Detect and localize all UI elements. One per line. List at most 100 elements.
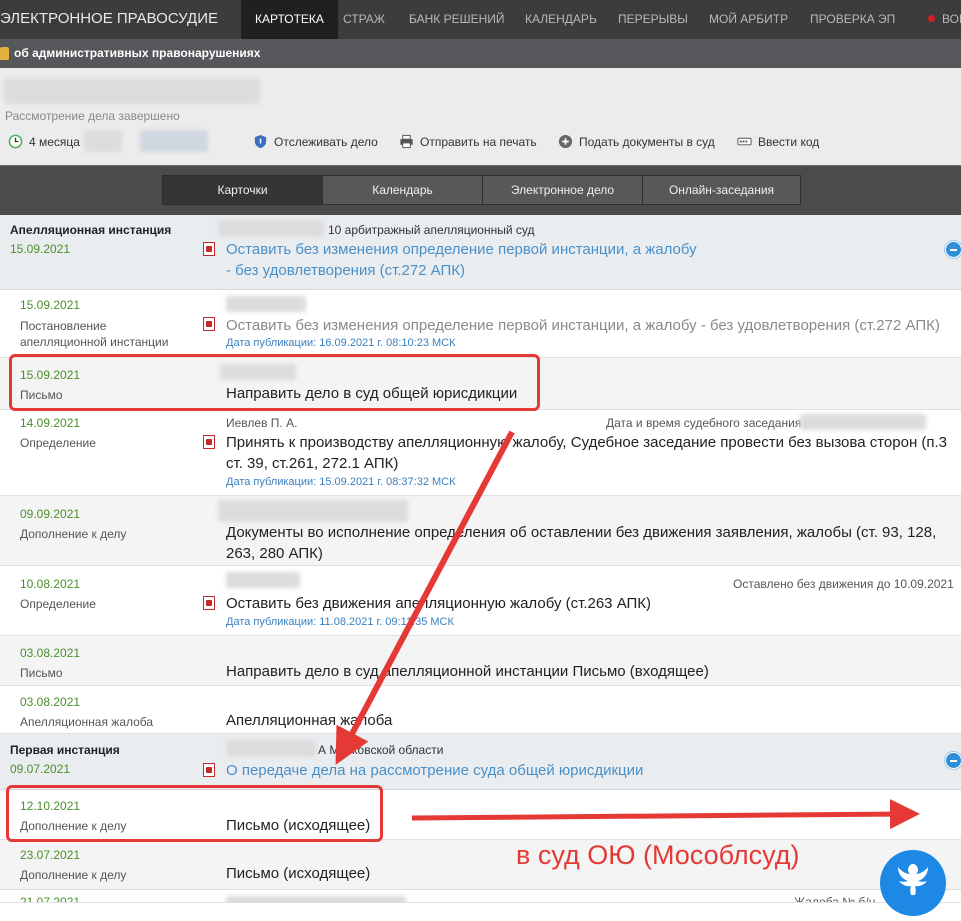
redacted-judge: [226, 572, 300, 588]
row-title-line: 263, 280 АПК): [226, 545, 323, 562]
tab-calendar[interactable]: Календарь: [322, 175, 483, 205]
pdf-icon[interactable]: [203, 317, 215, 331]
collapse-icon[interactable]: [945, 752, 961, 769]
pdf-icon[interactable]: [203, 242, 215, 256]
redacted-field: [140, 130, 208, 152]
court-emblem-icon[interactable]: [880, 850, 946, 916]
table-row[interactable]: 03.08.2021 Письмо Направить дело в суд а…: [0, 636, 961, 686]
nav-strazh[interactable]: СТРАЖ: [343, 12, 385, 26]
row-type: Письмо: [20, 666, 63, 680]
tab-cards[interactable]: Карточки: [162, 175, 323, 205]
view-tabs: Карточки Календарь Электронное дело Онла…: [0, 165, 961, 215]
court-name: 10 арбитражный апелляционный суд: [328, 223, 535, 237]
track-case-label: Отслеживать дело: [274, 134, 378, 149]
row-type: Постановление апелляционной инстанции: [20, 318, 168, 350]
decision-line: Оставить без изменения определение перво…: [226, 241, 697, 258]
table-row[interactable]: 09.09.2021 Дополнение к делу Документы в…: [0, 496, 961, 566]
decision-line: - без удовлетворения (ст.272 АПК): [226, 262, 466, 279]
instance-date: 15.09.2021: [10, 242, 71, 256]
tab-electronic-case[interactable]: Электронное дело: [482, 175, 643, 205]
redacted-case-number: [4, 78, 260, 104]
nav-calendar[interactable]: КАЛЕНДАРЬ: [525, 12, 597, 26]
row-title[interactable]: Апелляционная жалоба: [226, 710, 392, 731]
case-header: Рассмотрение дела завершено 4 месяца Отс…: [0, 68, 961, 165]
case-actions: 4 месяца Отслеживать дело Отправить на п…: [0, 130, 961, 154]
row-type: Апелляционная жалоба: [20, 715, 154, 729]
row-title[interactable]: Письмо (исходящее): [226, 863, 370, 884]
shield-icon: [254, 134, 267, 149]
instance-date: 09.07.2021: [10, 762, 71, 776]
first-instance-header: Первая инстанция 09.07.2021 А Московской…: [0, 734, 961, 790]
row-title-line: Принять к производству апелляционную жал…: [226, 434, 948, 451]
row-date: 23.07.2021: [20, 848, 81, 862]
row-date: 14.09.2021: [20, 416, 81, 430]
row-title-line: Документы во исполнение определения об о…: [226, 524, 937, 541]
pdf-icon[interactable]: [203, 596, 215, 610]
row-date: 21.07.2021: [20, 895, 81, 903]
print-label: Отправить на печать: [420, 134, 537, 149]
row-title[interactable]: Принять к производству апелляционную жал…: [226, 432, 947, 474]
submit-documents-button[interactable]: Подать документы в суд: [558, 134, 715, 149]
instance-title: Первая инстанция: [10, 743, 120, 757]
redacted-field: [84, 130, 122, 152]
row-title[interactable]: Направить дело в суд апелляционной инста…: [226, 661, 709, 682]
brand-logo[interactable]: ЭЛЕКТРОННОЕ ПРАВОСУДИЕ: [0, 10, 218, 27]
row-date: 09.09.2021: [20, 507, 81, 521]
tab-online-sessions[interactable]: Онлайн-заседания: [642, 175, 801, 205]
row-title[interactable]: Оставить без движения апелляционную жало…: [226, 593, 651, 614]
table-row[interactable]: 15.09.2021 Постановление апелляционной и…: [0, 290, 961, 358]
duration-info: 4 месяца: [8, 134, 80, 149]
nav-login[interactable]: ВОЙ: [942, 12, 961, 26]
duration-label: 4 месяца: [29, 134, 80, 149]
redacted-judge: [226, 896, 406, 902]
plus-circle-icon: [558, 134, 573, 149]
print-button[interactable]: Отправить на печать: [399, 134, 537, 149]
instance-decision-link[interactable]: Оставить без изменения определение перво…: [226, 239, 697, 281]
row-date: 10.08.2021: [20, 577, 81, 591]
submit-documents-label: Подать документы в суд: [579, 134, 715, 149]
table-row[interactable]: 21.07.2021 Жалоба № б/н: [0, 890, 961, 903]
hearing-datetime-label: Дата и время судебного заседания: [606, 416, 802, 430]
track-case-button[interactable]: Отслеживать дело: [253, 134, 378, 149]
row-title[interactable]: Документы во исполнение определения об о…: [226, 522, 936, 564]
row-status: Жалоба № б/н: [794, 895, 876, 903]
status-dot-icon: [928, 15, 935, 22]
highlight-box: [6, 785, 383, 842]
enter-code-button[interactable]: Ввести код: [737, 134, 819, 149]
nav-breaks[interactable]: ПЕРЕРЫВЫ: [618, 12, 688, 26]
nav-check-ep[interactable]: ПРОВЕРКА ЭП: [810, 12, 895, 26]
table-row[interactable]: 23.07.2021 Дополнение к делу Письмо (исх…: [0, 840, 961, 890]
row-type-line: апелляционной инстанции: [20, 335, 169, 349]
row-type-line: Постановление: [20, 319, 107, 333]
clock-icon: [8, 134, 23, 149]
appeal-instance-header: Апелляционная инстанция 15.09.2021 10 ар…: [0, 215, 961, 290]
row-type: Дополнение к делу: [20, 527, 127, 541]
pdf-icon[interactable]: [203, 435, 215, 449]
nav-kartoteka[interactable]: КАРТОТЕКА: [241, 0, 338, 39]
printer-icon: [400, 134, 413, 149]
collapse-icon[interactable]: [945, 241, 961, 258]
row-date: 15.09.2021: [20, 298, 81, 312]
redacted-field: [800, 414, 926, 430]
court-name: А Московской области: [318, 743, 444, 757]
publication-date: Дата публикации: 11.08.2021 г. 09:11:35 …: [226, 616, 454, 628]
top-navigation: ЭЛЕКТРОННОЕ ПРАВОСУДИЕ КАРТОТЕКА СТРАЖ Б…: [0, 0, 961, 39]
row-judge: Иевлев П. А.: [226, 416, 298, 430]
row-type: Дополнение к делу: [20, 868, 127, 882]
nav-my-arbiter[interactable]: МОЙ АРБИТР: [709, 12, 788, 26]
nav-bank-resheniy[interactable]: БАНК РЕШЕНИЙ: [409, 12, 505, 26]
row-status: Оставлено без движения до 10.09.2021: [733, 577, 954, 591]
row-title[interactable]: Оставить без изменения определение перво…: [226, 315, 940, 336]
row-date: 03.08.2021: [20, 646, 81, 660]
table-row[interactable]: 14.09.2021 Определение Иевлев П. А. Дата…: [0, 410, 961, 496]
table-row[interactable]: 03.08.2021 Апелляционная жалоба Апелляци…: [0, 686, 961, 734]
row-date: 03.08.2021: [20, 695, 81, 709]
pdf-icon[interactable]: [203, 763, 215, 777]
instance-decision-link[interactable]: О передаче дела на рассмотрение суда общ…: [226, 760, 643, 781]
case-category-bar: об административных правонарушениях: [0, 39, 961, 68]
table-row[interactable]: 10.08.2021 Определение Оставлено без дви…: [0, 566, 961, 636]
redacted-case-number: [218, 220, 324, 237]
redacted-case-number: [226, 740, 316, 757]
publication-date: Дата публикации: 15.09.2021 г. 08:37:32 …: [226, 476, 456, 488]
redacted-judge: [226, 296, 306, 312]
